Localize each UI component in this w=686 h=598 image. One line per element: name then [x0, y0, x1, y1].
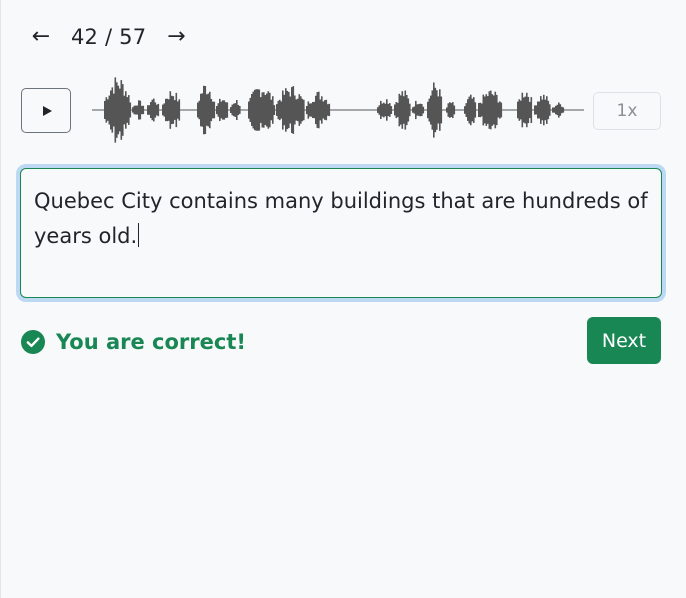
- text-caret: [138, 223, 140, 247]
- answer-line-2-text: years old.: [34, 224, 138, 248]
- next-button[interactable]: Next: [587, 317, 661, 364]
- answer-line-1: Quebec City contains many buildings that…: [34, 189, 648, 213]
- playback-speed-button[interactable]: 1x: [593, 92, 661, 130]
- check-circle-icon: [21, 330, 45, 354]
- play-icon: [42, 105, 52, 116]
- audio-waveform[interactable]: [92, 72, 584, 148]
- answer-textarea[interactable]: Quebec City contains many buildings that…: [20, 168, 662, 298]
- prev-arrow-icon[interactable]: ←: [28, 22, 54, 52]
- window-edge: [0, 0, 1, 598]
- answer-focus-ring: Quebec City contains many buildings that…: [16, 164, 666, 302]
- next-arrow-icon[interactable]: →: [163, 22, 189, 52]
- feedback-message: You are correct!: [56, 330, 246, 354]
- pager: ← 42 / 57 →: [28, 22, 189, 52]
- feedback: You are correct!: [21, 326, 246, 358]
- answer-line-2: years old.: [34, 219, 648, 254]
- play-button[interactable]: [21, 88, 71, 133]
- item-counter: 42 / 57: [71, 25, 147, 49]
